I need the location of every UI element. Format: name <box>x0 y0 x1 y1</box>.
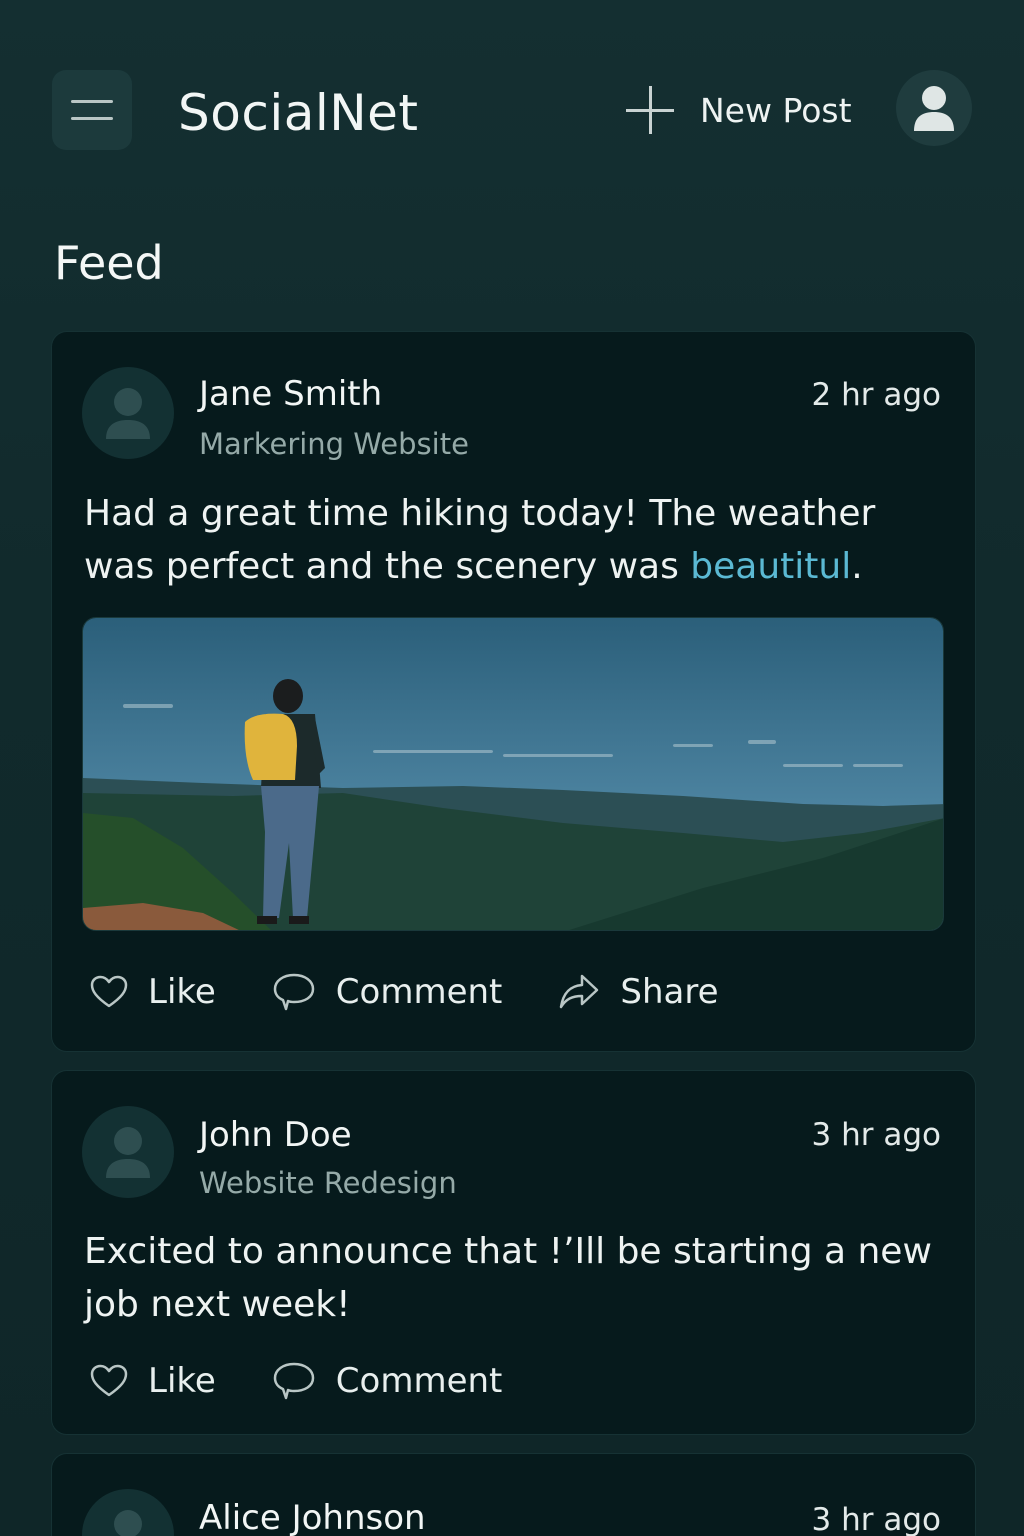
avatar[interactable] <box>82 367 174 459</box>
post-text-end: . <box>851 546 863 587</box>
new-post-button[interactable]: New Post <box>626 86 852 134</box>
post-timestamp: 3 hr ago <box>811 1502 941 1536</box>
top-bar: SocialNet New Post <box>0 0 1024 190</box>
page-title: Feed <box>54 236 164 290</box>
like-button[interactable]: Like <box>90 972 216 1012</box>
avatar[interactable] <box>82 1106 174 1198</box>
share-button[interactable]: Share <box>558 972 719 1012</box>
like-label: Like <box>148 972 216 1012</box>
comment-icon <box>273 1362 315 1400</box>
post-timestamp: 3 hr ago <box>811 1117 941 1153</box>
post-link[interactable]: beautitul <box>690 546 851 587</box>
plus-icon <box>626 86 674 134</box>
post-author[interactable]: Alice Johnson <box>199 1498 426 1536</box>
like-button[interactable]: Like <box>90 1361 216 1401</box>
user-icon <box>106 388 150 439</box>
user-icon <box>914 86 954 131</box>
like-label: Like <box>148 1361 216 1401</box>
post-card: John Doe Website Redesign 3 hr ago Excit… <box>51 1070 976 1435</box>
comment-icon <box>273 973 315 1011</box>
post-image-hiker-mountains[interactable] <box>82 617 944 931</box>
post-card: Alice Johnson 3 hr ago <box>51 1453 976 1536</box>
share-icon <box>560 974 599 1009</box>
post-actions: Like Comment Share <box>90 972 775 1012</box>
comment-button[interactable]: Comment <box>272 972 503 1012</box>
app-title: SocialNet <box>178 84 419 142</box>
new-post-label: New Post <box>700 90 852 130</box>
post-actions: Like Comment <box>90 1361 558 1401</box>
post-author[interactable]: Jane Smith <box>199 374 382 414</box>
post-timestamp: 2 hr ago <box>811 377 941 413</box>
avatar[interactable] <box>82 1489 174 1536</box>
menu-icon-line <box>71 117 113 120</box>
user-icon <box>106 1127 150 1178</box>
heart-icon <box>90 1364 128 1397</box>
app-root: SocialNet New Post Feed Jane Smith Marke… <box>0 0 1024 1536</box>
post-subtitle: Website Redesign <box>199 1166 457 1200</box>
post-subtitle: Markering Website <box>199 427 469 461</box>
comment-label: Comment <box>335 1361 503 1401</box>
comment-button[interactable]: Comment <box>272 1361 503 1401</box>
post-card: Jane Smith Markering Website 2 hr ago Ha… <box>51 331 976 1052</box>
user-icon <box>114 1510 142 1536</box>
post-text: Excited to announce that !’Ill be starti… <box>84 1231 932 1325</box>
menu-icon-line <box>71 100 113 103</box>
comment-label: Comment <box>335 972 503 1012</box>
share-label: Share <box>620 972 719 1012</box>
post-author[interactable]: John Doe <box>199 1115 352 1155</box>
menu-button[interactable] <box>52 70 132 150</box>
profile-button[interactable] <box>896 70 972 146</box>
heart-icon <box>90 975 128 1008</box>
post-text: Had a great time hiking today! The weath… <box>84 487 954 593</box>
